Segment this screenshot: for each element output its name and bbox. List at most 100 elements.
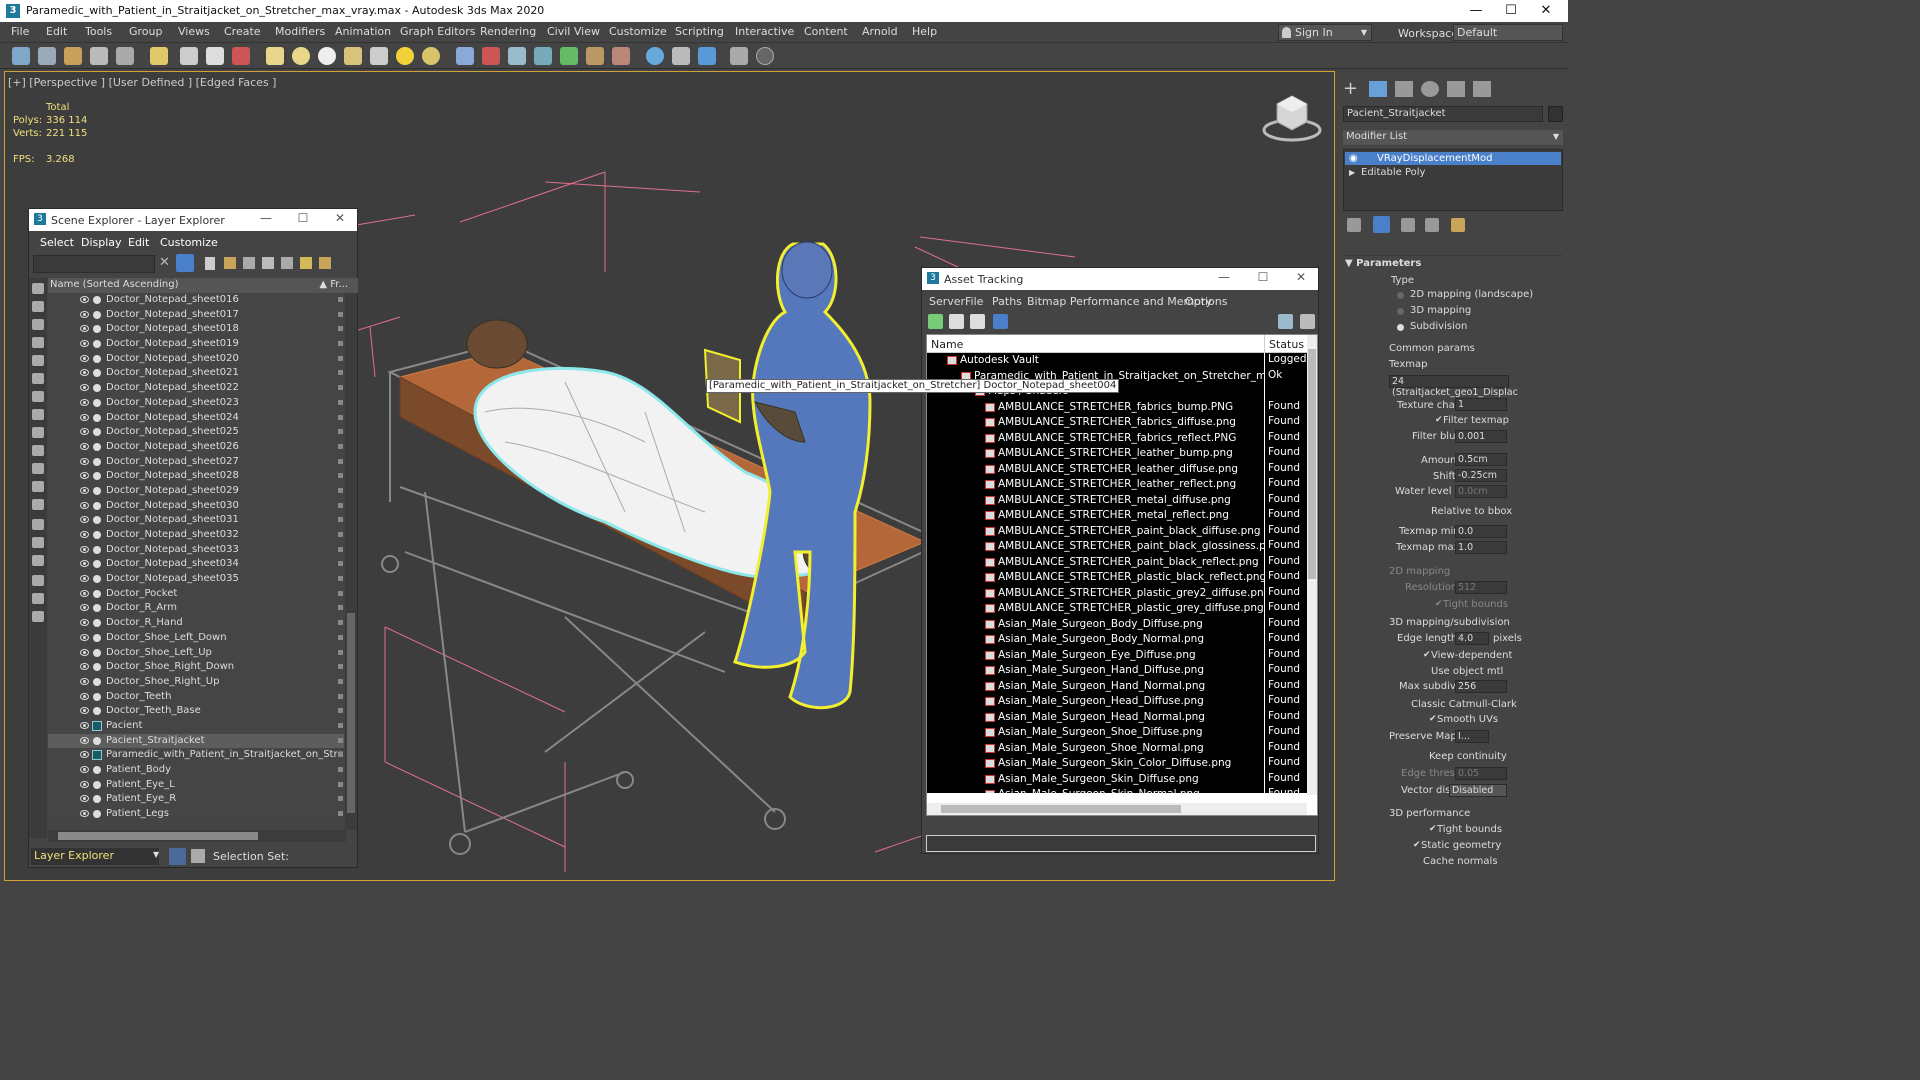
eye-icon[interactable] (80, 340, 89, 348)
minimize-button[interactable]: — (1456, 2, 1496, 20)
menu-scripting[interactable]: Scripting (675, 25, 724, 38)
eye-icon[interactable]: ◉ (1349, 152, 1358, 165)
texmap-max-spinner[interactable]: 1.0 (1455, 541, 1507, 554)
checkbox-smooth-uvs[interactable]: ✔ (1429, 715, 1437, 724)
radio-3d-mapping[interactable] (1397, 308, 1404, 315)
asset-table-vscrollbar[interactable] (1307, 335, 1317, 795)
freeze-icon[interactable] (338, 664, 343, 670)
table-row[interactable]: AMBULANCE_STRETCHER_paint_black_reflect.… (927, 554, 1307, 570)
list-item[interactable]: Doctor_Notepad_sheet032 (48, 528, 344, 543)
table-row[interactable]: AMBULANCE_STRETCHER_plastic_grey_diffuse… (927, 601, 1307, 617)
menu-edit[interactable]: Edit (46, 25, 67, 38)
list-item[interactable]: Doctor_Teeth_Base (48, 704, 344, 719)
redo-icon[interactable] (38, 47, 56, 65)
unlink-icon[interactable] (90, 47, 108, 65)
freeze-icon[interactable] (338, 708, 343, 714)
se-menu-display[interactable]: Display (81, 236, 122, 249)
geosphere-icon[interactable] (318, 47, 336, 65)
list-item[interactable]: Doctor_Notepad_sheet024 (48, 411, 344, 426)
se-menu-edit[interactable]: Edit (128, 236, 149, 249)
list-item[interactable]: Doctor_Notepad_sheet023 (48, 396, 344, 411)
table-row[interactable]: AMBULANCE_STRETCHER_plastic_black_reflec… (927, 570, 1307, 586)
lock-icon[interactable] (205, 257, 215, 270)
groups-filter-icon[interactable] (32, 409, 44, 420)
proxy-icon[interactable] (482, 47, 500, 65)
freeze-icon[interactable] (338, 326, 343, 332)
freeze-icon[interactable] (338, 796, 343, 802)
lights-filter-icon[interactable] (32, 337, 44, 348)
menu-views[interactable]: Views (178, 25, 210, 38)
view-cube[interactable] (1262, 95, 1322, 142)
table-row[interactable]: AMBULANCE_STRETCHER_paint_black_diffuse.… (927, 523, 1307, 539)
light-icon[interactable] (150, 47, 168, 65)
preserve-map-select[interactable]: I... (1455, 730, 1489, 743)
refresh-icon[interactable] (928, 314, 943, 329)
highlight-icon[interactable] (319, 257, 331, 269)
eye-icon[interactable] (80, 545, 89, 553)
render-setup-icon[interactable] (672, 47, 690, 65)
fur-icon[interactable] (456, 47, 474, 65)
eye-icon[interactable] (80, 369, 89, 377)
menu-tools[interactable]: Tools (85, 25, 112, 38)
checkbox-tight-bounds-3d[interactable]: ✔ (1429, 825, 1437, 834)
eye-icon[interactable] (80, 560, 89, 568)
freeze-icon[interactable] (338, 532, 343, 537)
motion-tab-icon[interactable] (1421, 81, 1439, 97)
column-status-header[interactable]: Status (1269, 338, 1304, 351)
vray-tools-icon[interactable] (612, 47, 630, 65)
none-filter-icon[interactable] (32, 537, 44, 548)
freeze-icon[interactable] (338, 811, 343, 817)
show-end-result-icon[interactable] (1373, 216, 1390, 233)
workspace-select[interactable]: Default (1453, 24, 1563, 41)
list-item[interactable]: Doctor_R_Arm (48, 601, 344, 616)
list-item[interactable]: Doctor_Notepad_sheet034 (48, 557, 344, 572)
vray-sphere-icon[interactable] (422, 47, 440, 65)
eye-icon[interactable] (80, 486, 89, 494)
pin-stack-icon[interactable] (1347, 218, 1361, 232)
scrollbar-thumb[interactable] (1308, 349, 1316, 579)
bind-spacewarp-icon[interactable] (116, 47, 134, 65)
list-item[interactable]: Patient_Legs (48, 807, 344, 821)
maximize-button[interactable]: ☐ (1246, 270, 1280, 284)
checkbox-classic-catmull[interactable] (1403, 701, 1409, 707)
scene-explorer-hscrollbar[interactable] (48, 830, 346, 842)
hierarchy-icon[interactable] (32, 611, 44, 622)
checkbox-view-dependent[interactable]: ✔ (1423, 651, 1431, 660)
menu-file[interactable]: File (11, 25, 29, 38)
close-button[interactable]: ✕ (1526, 2, 1566, 20)
eye-icon[interactable] (80, 692, 89, 700)
eye-icon[interactable] (80, 604, 89, 612)
list-item[interactable]: Doctor_Notepad_sheet018 (48, 322, 344, 337)
invert-filter-icon[interactable] (32, 555, 44, 566)
texmap-button[interactable]: 24 (Straitjacket_geo1_Displac (1389, 375, 1518, 398)
list-item[interactable]: Doctor_Notepad_sheet029 (48, 484, 344, 499)
frozen-filter-icon[interactable] (32, 481, 44, 492)
sign-in-dropdown[interactable]: Sign In ▼ (1278, 24, 1372, 41)
menu-graph-editors[interactable]: Graph Editors (400, 25, 476, 38)
list-item[interactable]: Doctor_Notepad_sheet025 (48, 425, 344, 440)
eye-icon[interactable] (80, 325, 89, 333)
table-row[interactable]: Asian_Male_Surgeon_Hand_Diffuse.png Found (927, 663, 1307, 679)
trash-icon[interactable] (1425, 218, 1439, 232)
freeze-icon[interactable] (338, 297, 343, 302)
eye-icon[interactable] (80, 721, 89, 729)
maximize-button[interactable]: ☐ (286, 211, 320, 225)
freeze-icon[interactable] (338, 561, 343, 567)
eye-icon[interactable] (80, 677, 89, 685)
scrollbar-thumb[interactable] (347, 613, 355, 813)
select-children-icon[interactable] (300, 257, 312, 269)
edge-thresh-spinner[interactable]: 0.05 (1455, 767, 1507, 780)
table-row[interactable]: AMBULANCE_STRETCHER_metal_diffuse.png Fou… (927, 492, 1307, 508)
hierarchy-tab-icon[interactable] (1395, 81, 1413, 97)
menu-arnold[interactable]: Arnold (862, 25, 898, 38)
freeze-icon[interactable] (338, 414, 343, 420)
list-item[interactable]: Doctor_Notepad_sheet031 (48, 513, 344, 528)
resolution-spinner[interactable]: 512 (1455, 581, 1507, 594)
hierarchy-mode-icon[interactable] (191, 849, 205, 863)
helper-icon[interactable] (206, 47, 224, 65)
table-row[interactable]: AMBULANCE_STRETCHER_fabrics_bump.PNG Foun… (927, 399, 1307, 415)
expand-arrow-icon[interactable]: ▶ (1349, 166, 1355, 179)
camera-icon[interactable] (180, 47, 198, 65)
eye-icon[interactable] (80, 663, 89, 671)
eye-icon[interactable] (80, 707, 89, 715)
